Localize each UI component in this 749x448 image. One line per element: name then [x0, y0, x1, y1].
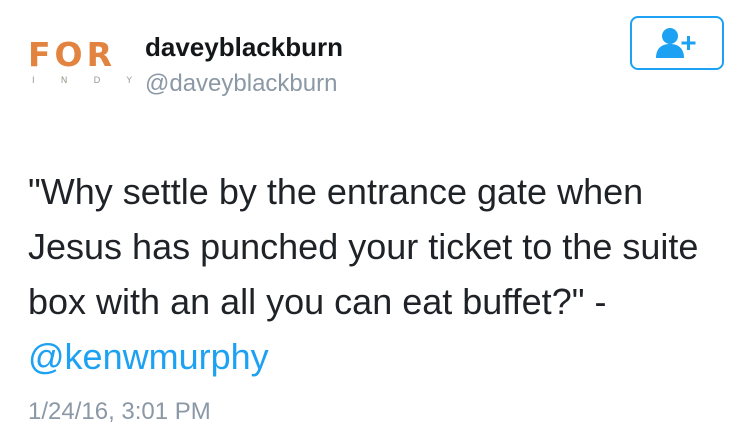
timestamp[interactable]: 1/24/16, 3:01 PM: [28, 398, 211, 427]
tweet-card: FOR I N D Y daveyblackburn @daveyblackbu…: [0, 0, 749, 448]
tweet-text: "Why settle by the entrance gate when Je…: [28, 164, 728, 384]
user-handle[interactable]: @daveyblackburn: [145, 70, 337, 99]
logo-subtext: I N D Y: [32, 76, 132, 86]
avatar[interactable]: FOR I N D Y: [28, 38, 140, 98]
follow-button[interactable]: [630, 16, 724, 70]
display-name[interactable]: daveyblackburn: [145, 32, 343, 63]
follow-add-user-icon: [654, 26, 700, 60]
logo-sub-letter: Y: [126, 76, 132, 86]
logo-text: FOR: [28, 35, 117, 74]
logo-sub-letter: D: [93, 76, 101, 86]
logo-sub-letter: N: [60, 76, 68, 86]
mention-link[interactable]: @kenwmurphy: [28, 336, 269, 377]
tweet-body: "Why settle by the entrance gate when Je…: [28, 171, 699, 322]
logo-sub-letter: I: [32, 76, 35, 86]
